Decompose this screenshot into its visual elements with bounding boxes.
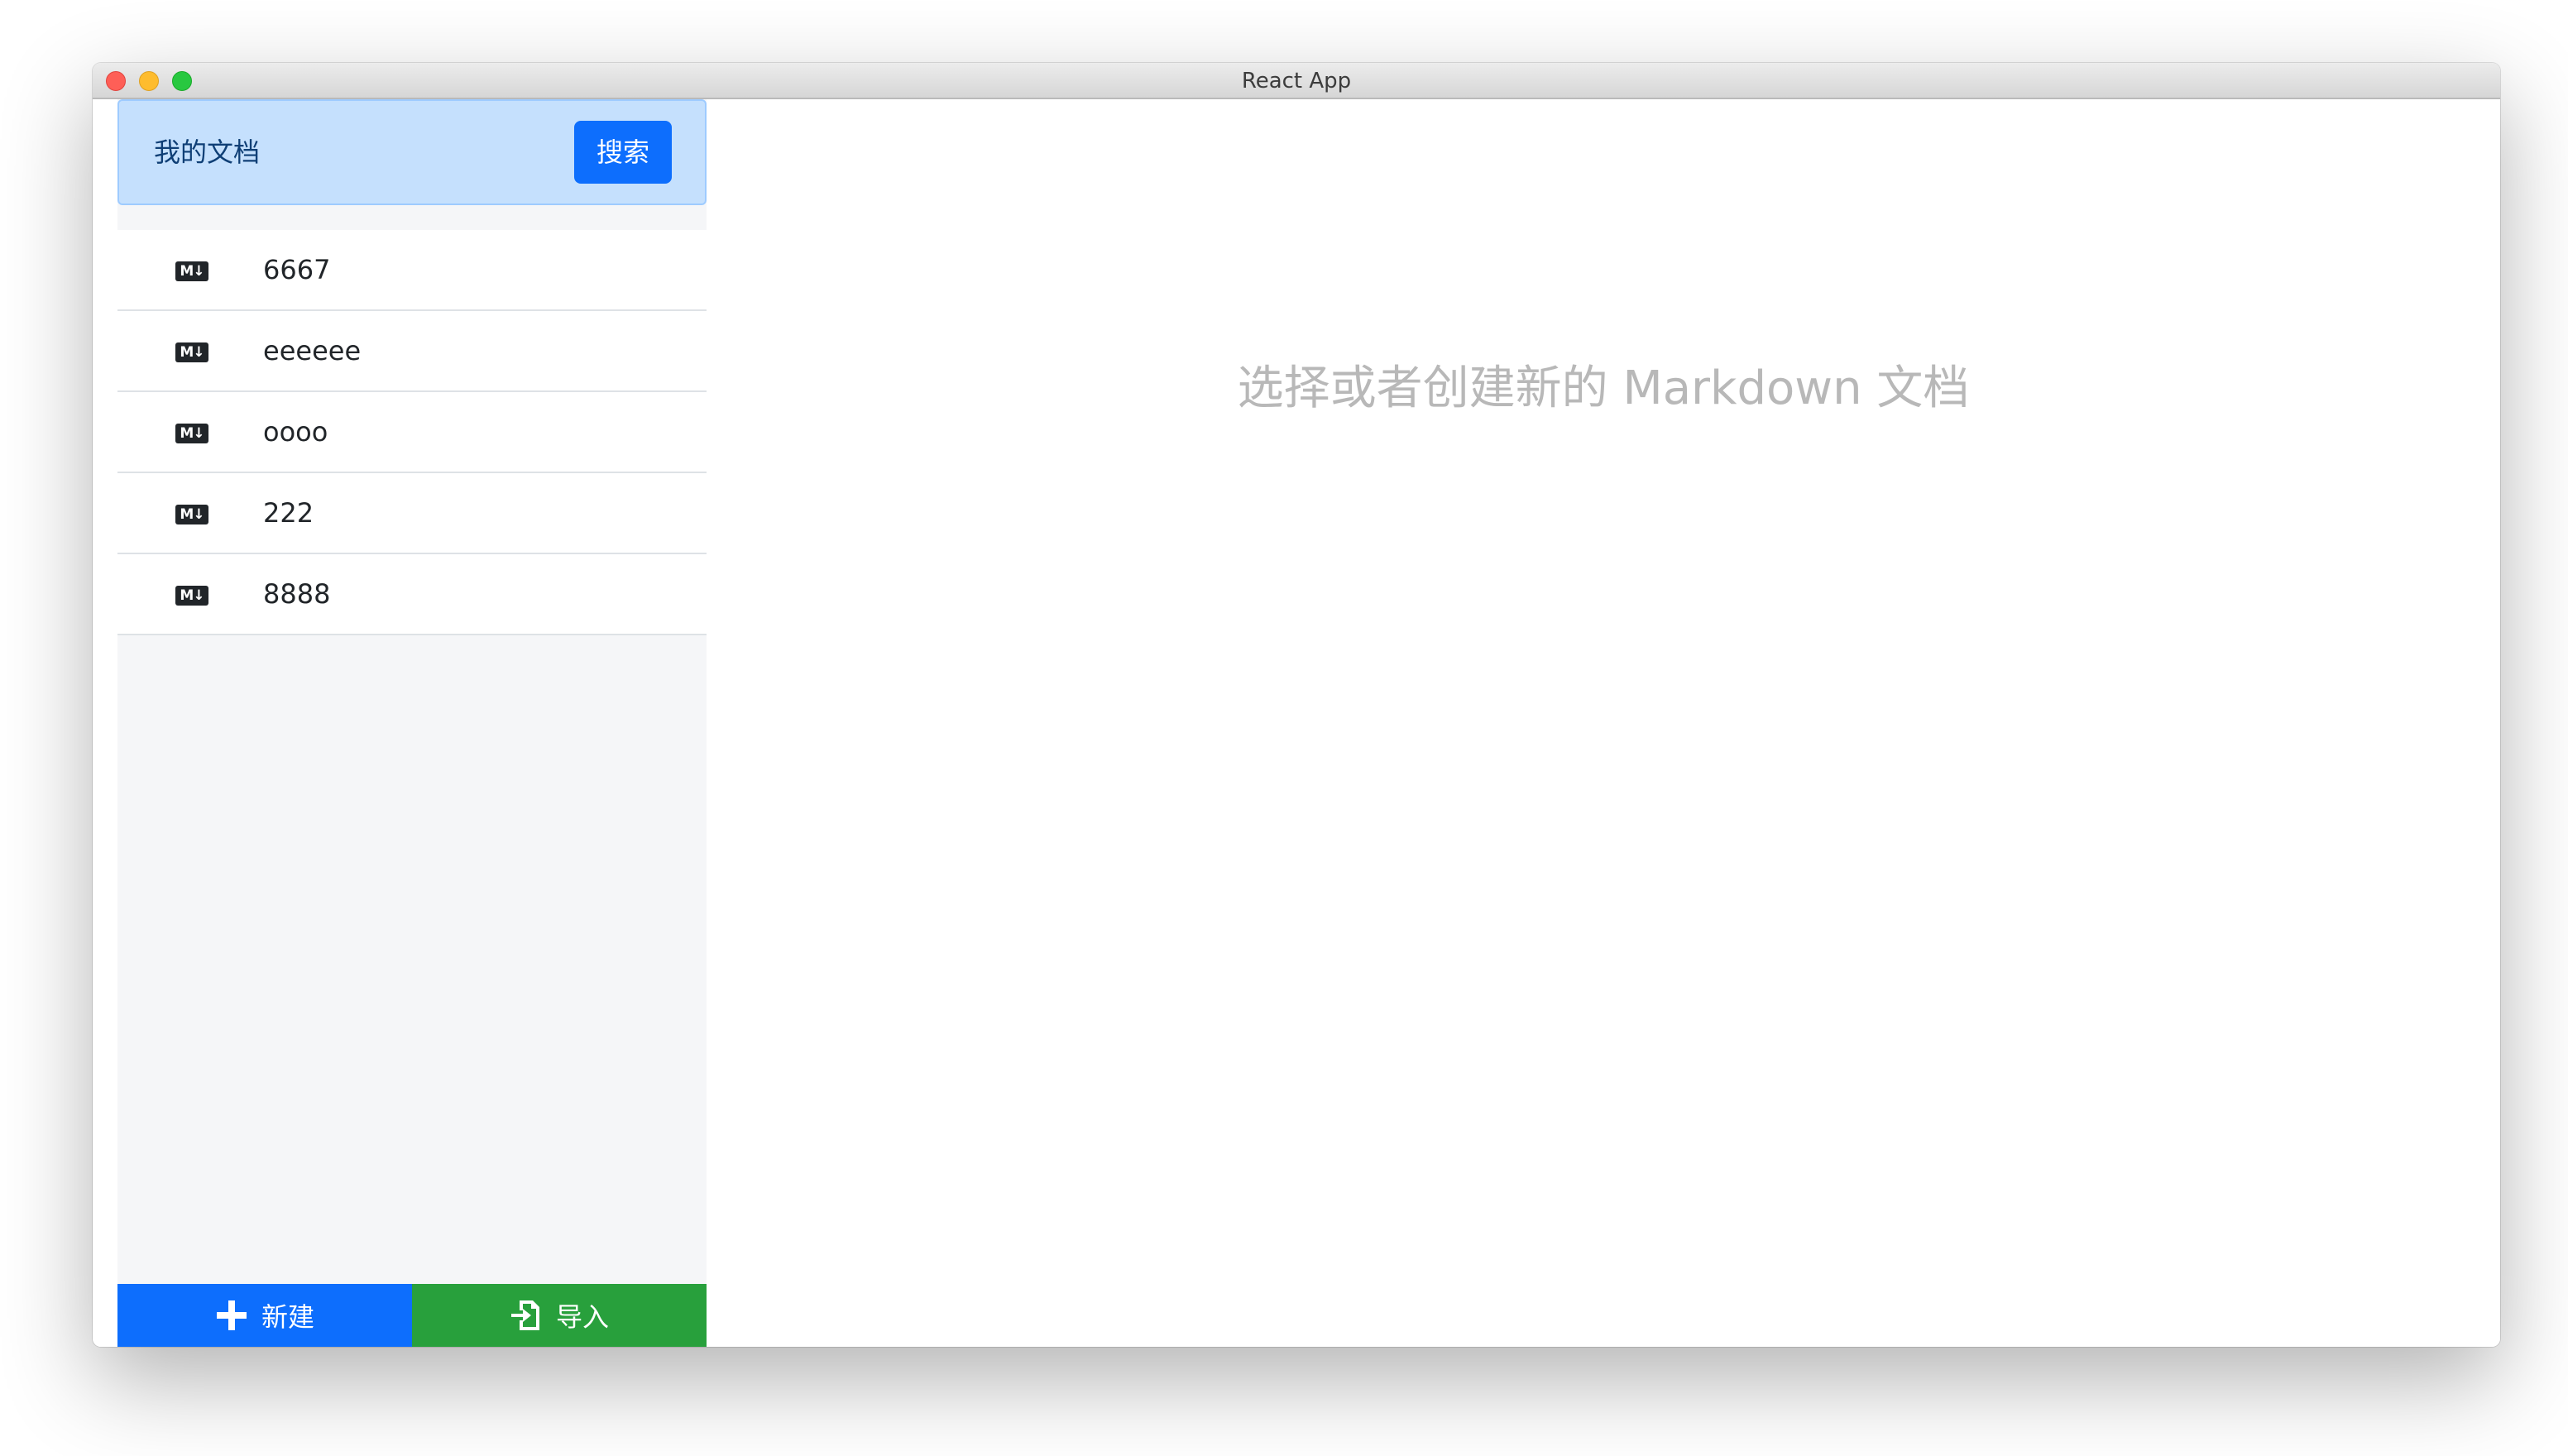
file-list-item[interactable]: M↓ eeeeee: [117, 311, 707, 392]
new-file-button[interactable]: 新建: [117, 1284, 412, 1347]
markdown-icon: M↓: [175, 261, 208, 281]
markdown-icon: M↓: [175, 342, 208, 362]
file-list: M↓ 6667 M↓ eeeeee M↓ oooo M↓ 222 M↓ 8888: [117, 230, 707, 635]
file-name[interactable]: 6667: [263, 230, 330, 309]
title-bar[interactable]: React App: [93, 63, 2500, 99]
sidebar-actions: 新建 导入: [117, 1284, 707, 1347]
file-list-item[interactable]: M↓ 222: [117, 473, 707, 554]
markdown-icon: M↓: [175, 586, 208, 606]
window-title: React App: [1241, 69, 1352, 93]
new-file-label: 新建: [261, 1301, 314, 1333]
file-name[interactable]: oooo: [263, 392, 328, 472]
file-import-icon: [510, 1300, 539, 1330]
file-name[interactable]: 8888: [263, 554, 330, 634]
app-window: React App 我的文档 搜索 M↓ 6667 M↓ eeeeee M↓ o…: [93, 63, 2500, 1347]
plus-icon: [216, 1300, 247, 1330]
sidebar-header: 我的文档 搜索: [117, 99, 707, 205]
file-sidebar: 我的文档 搜索 M↓ 6667 M↓ eeeeee M↓ oooo M↓ 222…: [117, 99, 707, 1347]
app-content: 我的文档 搜索 M↓ 6667 M↓ eeeeee M↓ oooo M↓ 222…: [93, 99, 2500, 1347]
file-name[interactable]: eeeeee: [263, 311, 361, 390]
markdown-icon: M↓: [175, 424, 208, 443]
import-file-label: 导入: [555, 1301, 609, 1333]
empty-editor-placeholder: 选择或者创建新的 Markdown 文档: [1237, 362, 1970, 415]
import-file-button[interactable]: 导入: [412, 1284, 707, 1347]
sidebar-title: 我的文档: [154, 136, 261, 168]
file-name[interactable]: 222: [263, 473, 314, 553]
search-button[interactable]: 搜索: [574, 121, 672, 184]
markdown-icon: M↓: [175, 505, 208, 524]
file-list-item[interactable]: M↓ 8888: [117, 554, 707, 635]
file-list-item[interactable]: M↓ oooo: [117, 392, 707, 473]
file-list-item[interactable]: M↓ 6667: [117, 230, 707, 311]
